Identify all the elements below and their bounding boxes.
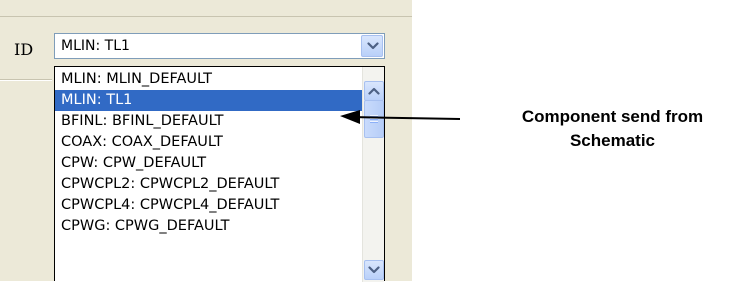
arrow-left-icon: [340, 110, 461, 124]
list-item[interactable]: COAX: COAX_DEFAULT: [55, 132, 362, 153]
annotation-callout: Component send from Schematic: [484, 105, 741, 153]
scroll-up-button[interactable]: [364, 81, 384, 101]
divider: [0, 16, 412, 17]
list-item[interactable]: CPWCPL2: CPWCPL2_DEFAULT: [55, 174, 362, 195]
annotation-line: Component send from: [521, 107, 704, 126]
list-item[interactable]: CPWCPL4: CPWCPL4_DEFAULT: [55, 195, 362, 216]
chevron-up-icon: [368, 87, 380, 95]
chevron-down-icon: [368, 266, 380, 274]
list-item-selected[interactable]: MLIN: TL1: [55, 90, 362, 111]
dropdown-button[interactable]: [361, 35, 383, 57]
list-item[interactable]: CPW: CPW_DEFAULT: [55, 153, 362, 174]
scroll-down-button[interactable]: [364, 260, 384, 280]
property-panel: ID MLIN: TL1 MLIN: MLIN_DEFAULT MLIN: TL…: [0, 0, 412, 282]
combobox-value: MLIN: TL1: [61, 38, 130, 54]
list-item[interactable]: CPWG: CPWG_DEFAULT: [55, 216, 362, 237]
list-item[interactable]: BFINL: BFINL_DEFAULT: [55, 111, 362, 132]
id-label: ID: [14, 40, 34, 59]
dropdown-list: MLIN: MLIN_DEFAULT MLIN: TL1 BFINL: BFIN…: [54, 66, 385, 282]
annotation-line: Schematic: [569, 131, 656, 150]
list-item[interactable]: MLIN: MLIN_DEFAULT: [55, 69, 362, 90]
id-combobox[interactable]: MLIN: TL1: [54, 33, 385, 59]
chevron-down-icon: [367, 42, 379, 50]
divider: [0, 80, 52, 81]
dropdown-items: MLIN: MLIN_DEFAULT MLIN: TL1 BFINL: BFIN…: [55, 69, 362, 237]
